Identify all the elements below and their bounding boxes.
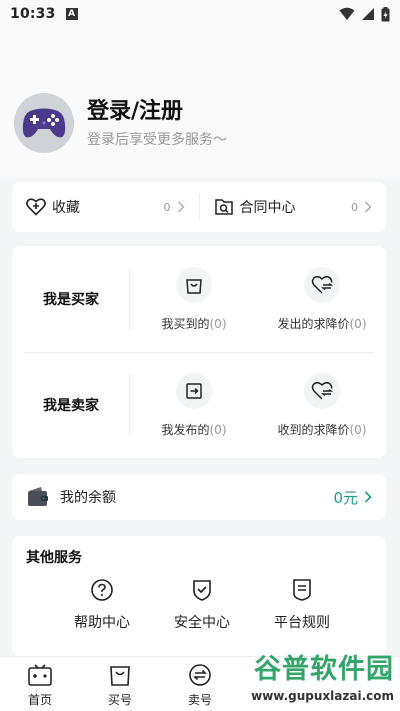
wallet-icon bbox=[28, 487, 48, 506]
status-time: 10:33 bbox=[10, 6, 56, 22]
profile-text: 登录/注册 登录后享受更多服务～ bbox=[87, 97, 227, 149]
contract-center-count: 0 bbox=[351, 200, 358, 214]
chevron-right-icon bbox=[364, 491, 372, 503]
login-subtitle: 登录后享受更多服务～ bbox=[87, 132, 227, 148]
publish-arrow-icon bbox=[176, 372, 212, 409]
sent-price-requests-link[interactable]: 发出的求降价(0) bbox=[258, 246, 386, 352]
contract-search-icon bbox=[214, 199, 233, 215]
login-register-title[interactable]: 登录/注册 bbox=[87, 97, 227, 127]
heart-exchange-icon bbox=[304, 372, 340, 409]
balance-value: 0元 bbox=[333, 488, 358, 507]
favorites-label: 收藏 bbox=[52, 200, 80, 216]
status-icons bbox=[339, 6, 390, 22]
avatar[interactable] bbox=[14, 93, 74, 153]
watermark-url: www.gupuxlazai.com bbox=[251, 689, 394, 703]
bought-items-link[interactable]: 我买到的(0) bbox=[130, 246, 258, 352]
heart-exchange-icon bbox=[304, 266, 340, 303]
help-center-label: 帮助中心 bbox=[74, 615, 130, 631]
help-center-button[interactable]: 帮助中心 bbox=[52, 578, 152, 632]
cell-signal-icon bbox=[362, 8, 374, 20]
security-center-button[interactable]: 安全中心 bbox=[152, 578, 252, 632]
question-circle-icon bbox=[91, 579, 113, 601]
watermark-logo: 谷普软件园 www.gupuxlazai.com bbox=[222, 648, 398, 710]
watermark-title: 谷普软件园 bbox=[254, 654, 394, 685]
tab-buy[interactable]: 买号 bbox=[80, 657, 160, 711]
platform-rules-button[interactable]: 平台规则 bbox=[252, 578, 352, 632]
tab-buy-label: 买号 bbox=[107, 693, 132, 707]
contract-center-link[interactable]: 合同中心 0 bbox=[200, 182, 387, 232]
services-card: 其他服务 帮助中心 安全中心 平台规则 bbox=[12, 536, 386, 656]
chevron-right-icon bbox=[177, 201, 184, 213]
buyer-role-label: 我是买家 bbox=[12, 246, 130, 352]
rules-doc-icon bbox=[293, 579, 311, 601]
trade-card: 我是买家 我买到的(0) 发出的求降价(0) 我是卖家 我发布的(0) 收到的求… bbox=[12, 246, 386, 458]
balance-label: 我的余额 bbox=[60, 490, 116, 506]
favorites-link[interactable]: 收藏 0 bbox=[12, 182, 199, 232]
platform-rules-label: 平台规则 bbox=[274, 615, 330, 631]
status-bar: 10:33 A bbox=[0, 0, 400, 28]
bought-items-label: 我买到的(0) bbox=[161, 316, 227, 331]
shopping-bag-icon bbox=[176, 266, 212, 303]
quick-links-card: 收藏 0 合同中心 0 bbox=[12, 182, 386, 232]
seller-row: 我是卖家 我发布的(0) 收到的求降价(0) bbox=[12, 352, 386, 458]
favorites-count: 0 bbox=[163, 200, 171, 214]
profile-header[interactable]: 登录/注册 登录后享受更多服务～ bbox=[14, 92, 386, 154]
published-items-label: 我发布的(0) bbox=[161, 422, 227, 437]
gamepad-avatar-icon bbox=[22, 108, 66, 138]
shield-check-icon bbox=[193, 580, 211, 601]
exchange-circle-icon bbox=[189, 664, 211, 686]
sent-price-requests-label: 发出的求降价(0) bbox=[277, 316, 367, 331]
chevron-right-icon bbox=[365, 201, 372, 213]
services-row: 帮助中心 安全中心 平台规则 bbox=[52, 578, 352, 632]
received-price-requests-label: 收到的求降价(0) bbox=[277, 422, 367, 437]
a-badge-icon: A bbox=[65, 8, 78, 20]
tab-home[interactable]: 首页 bbox=[0, 657, 80, 711]
contract-center-label: 合同中心 bbox=[239, 200, 296, 216]
bag-tab-icon bbox=[110, 666, 130, 686]
home-tv-icon bbox=[28, 664, 52, 686]
published-items-link[interactable]: 我发布的(0) bbox=[130, 352, 258, 458]
battery-charging-icon bbox=[381, 6, 390, 21]
services-title: 其他服务 bbox=[26, 550, 82, 566]
tab-sell-label: 卖号 bbox=[187, 693, 212, 707]
buyer-row: 我是买家 我买到的(0) 发出的求降价(0) bbox=[12, 246, 386, 352]
security-center-label: 安全中心 bbox=[174, 615, 230, 631]
wifi-icon bbox=[339, 7, 355, 20]
balance-card[interactable]: 我的余额 0元 bbox=[12, 474, 386, 520]
tab-home-label: 首页 bbox=[27, 693, 52, 707]
heart-plus-icon bbox=[26, 198, 46, 216]
received-price-requests-link[interactable]: 收到的求降价(0) bbox=[258, 352, 386, 458]
seller-role-label: 我是卖家 bbox=[12, 352, 130, 458]
